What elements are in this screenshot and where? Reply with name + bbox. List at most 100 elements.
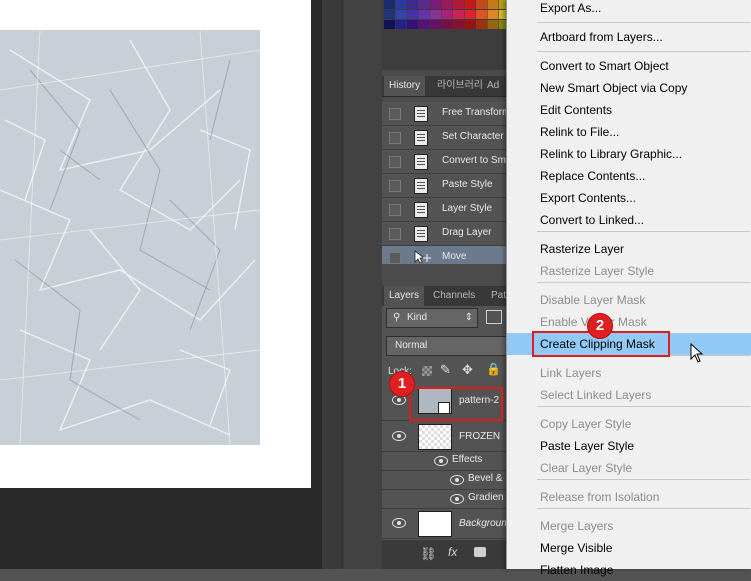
layer-effect-gradient[interactable]: Gradien (382, 489, 512, 509)
eye-icon[interactable] (450, 475, 464, 485)
eye-icon[interactable] (392, 518, 406, 528)
menu-item-copy-layer-style: Copy Layer Style (540, 417, 632, 431)
history-tabbar: History 라이브러리 Ad (382, 76, 512, 97)
color-swatch[interactable] (487, 10, 499, 19)
menu-separator (537, 479, 750, 480)
color-swatch[interactable] (464, 0, 476, 9)
image-filter-icon[interactable] (486, 310, 502, 324)
layer-thumbnail (418, 424, 452, 450)
color-swatch[interactable] (418, 10, 430, 19)
color-swatch[interactable] (384, 10, 395, 19)
tab-history[interactable]: History (384, 76, 426, 96)
menu-item-replace-contents[interactable]: Replace Contents... (507, 165, 751, 187)
menu-item-flatten-image[interactable]: Flatten Image (507, 559, 751, 581)
color-swatch[interactable] (407, 20, 418, 29)
document-icon (414, 130, 428, 146)
ice-texture-image (0, 30, 260, 445)
move-lock-icon[interactable]: ✥ (462, 362, 473, 378)
eye-icon[interactable] (434, 456, 448, 466)
fx-icon[interactable]: fx (448, 545, 457, 559)
color-swatch[interactable] (395, 20, 407, 29)
layer-kind-filter[interactable]: ⚲ Kind ⇕ (386, 308, 478, 328)
color-swatch[interactable] (395, 0, 407, 9)
color-swatch[interactable] (476, 10, 487, 19)
menu-item-artboard-from-layers[interactable]: Artboard from Layers... (507, 26, 751, 48)
history-snapshot-checkbox[interactable] (389, 252, 401, 264)
color-swatch[interactable] (476, 20, 487, 29)
canvas-scrollbar[interactable] (322, 0, 342, 569)
color-swatch[interactable] (476, 0, 487, 9)
history-item[interactable]: Free Transform (382, 102, 512, 126)
color-swatch[interactable] (430, 10, 441, 19)
menu-item-export-as[interactable]: Export As... (507, 0, 751, 19)
tab-layers[interactable]: Layers (384, 286, 425, 306)
layer-row-background[interactable]: Backgroun (382, 508, 512, 539)
menu-item-link-layers: Link Layers (540, 366, 602, 380)
layer-effects-row[interactable]: Effects (382, 451, 512, 471)
menu-item-convert-to-linked[interactable]: Convert to Linked... (507, 209, 751, 231)
menu-separator (537, 51, 750, 52)
color-swatch[interactable] (395, 10, 407, 19)
color-swatch[interactable] (384, 20, 395, 29)
color-swatch[interactable] (453, 10, 464, 19)
eye-icon[interactable] (392, 431, 406, 441)
color-swatch[interactable] (441, 10, 453, 19)
menu-item-relink-to-file[interactable]: Relink to File... (507, 121, 751, 143)
color-swatch[interactable] (418, 20, 430, 29)
color-swatch[interactable] (487, 0, 499, 9)
menu-item-merge-visible[interactable]: Merge Visible (507, 537, 751, 559)
swatch-grid[interactable] (382, 0, 512, 70)
swatches-panel[interactable] (382, 0, 512, 70)
canvas-area[interactable] (0, 0, 342, 569)
color-swatch[interactable] (441, 20, 453, 29)
color-swatch[interactable] (407, 0, 418, 9)
layer-effect-bevel[interactable]: Bevel & (382, 470, 512, 490)
tab-channels[interactable]: Channels (428, 286, 480, 306)
menu-item-new-smart-object-via-copy[interactable]: New Smart Object via Copy (507, 77, 751, 99)
history-item[interactable]: Layer Style (382, 198, 512, 222)
eye-icon[interactable] (450, 494, 464, 504)
link-layers-icon[interactable]: ⛓ (420, 546, 437, 562)
lock-icon[interactable]: 🔒 (486, 362, 501, 376)
history-snapshot-checkbox[interactable] (389, 180, 401, 192)
color-swatch[interactable] (464, 10, 476, 19)
history-snapshot-checkbox[interactable] (389, 204, 401, 216)
history-item[interactable]: Convert to Sm (382, 150, 512, 174)
history-item-label: Free Transform (442, 107, 511, 118)
blend-mode-select[interactable]: Normal (386, 336, 512, 356)
history-snapshot-checkbox[interactable] (389, 228, 401, 240)
layer-row-frozen[interactable]: FROZEN (382, 421, 512, 452)
color-swatch[interactable] (453, 0, 464, 9)
history-item[interactable]: Paste Style (382, 174, 512, 198)
color-swatch[interactable] (430, 0, 441, 9)
color-swatch[interactable] (453, 20, 464, 29)
menu-separator (537, 22, 750, 23)
tab-libraries[interactable]: 라이브러리 (432, 76, 488, 96)
menu-separator (537, 231, 750, 232)
menu-item-edit-contents[interactable]: Edit Contents (507, 99, 751, 121)
document-icon (414, 154, 428, 170)
menu-item-convert-to-smart-object[interactable]: Convert to Smart Object (507, 55, 751, 77)
brush-icon[interactable]: ✎ (440, 362, 451, 378)
history-snapshot-checkbox[interactable] (389, 156, 401, 168)
color-swatch[interactable] (384, 0, 395, 9)
menu-item-rasterize-layer[interactable]: Rasterize Layer (507, 238, 751, 260)
lock-transparency-icon[interactable] (422, 366, 432, 376)
color-swatch[interactable] (430, 20, 441, 29)
color-swatch[interactable] (464, 20, 476, 29)
history-item[interactable]: Drag Layer (382, 222, 512, 246)
color-swatch[interactable] (487, 20, 499, 29)
history-snapshot-checkbox[interactable] (389, 132, 401, 144)
menu-item-export-contents[interactable]: Export Contents... (507, 187, 751, 209)
history-snapshot-checkbox[interactable] (389, 108, 401, 120)
color-swatch[interactable] (418, 0, 430, 9)
menu-item-release-from-isolation: Release from Isolation (540, 490, 660, 504)
menu-item-paste-layer-style[interactable]: Paste Layer Style (507, 435, 751, 457)
history-item-label: Set Character (442, 131, 504, 142)
menu-item-relink-to-library-graphic[interactable]: Relink to Library Graphic... (507, 143, 751, 165)
color-swatch[interactable] (441, 0, 453, 9)
color-swatch[interactable] (407, 10, 418, 19)
history-item[interactable]: Set Character (382, 126, 512, 150)
add-mask-icon[interactable] (474, 547, 486, 557)
highlight-box-layer (409, 387, 503, 421)
